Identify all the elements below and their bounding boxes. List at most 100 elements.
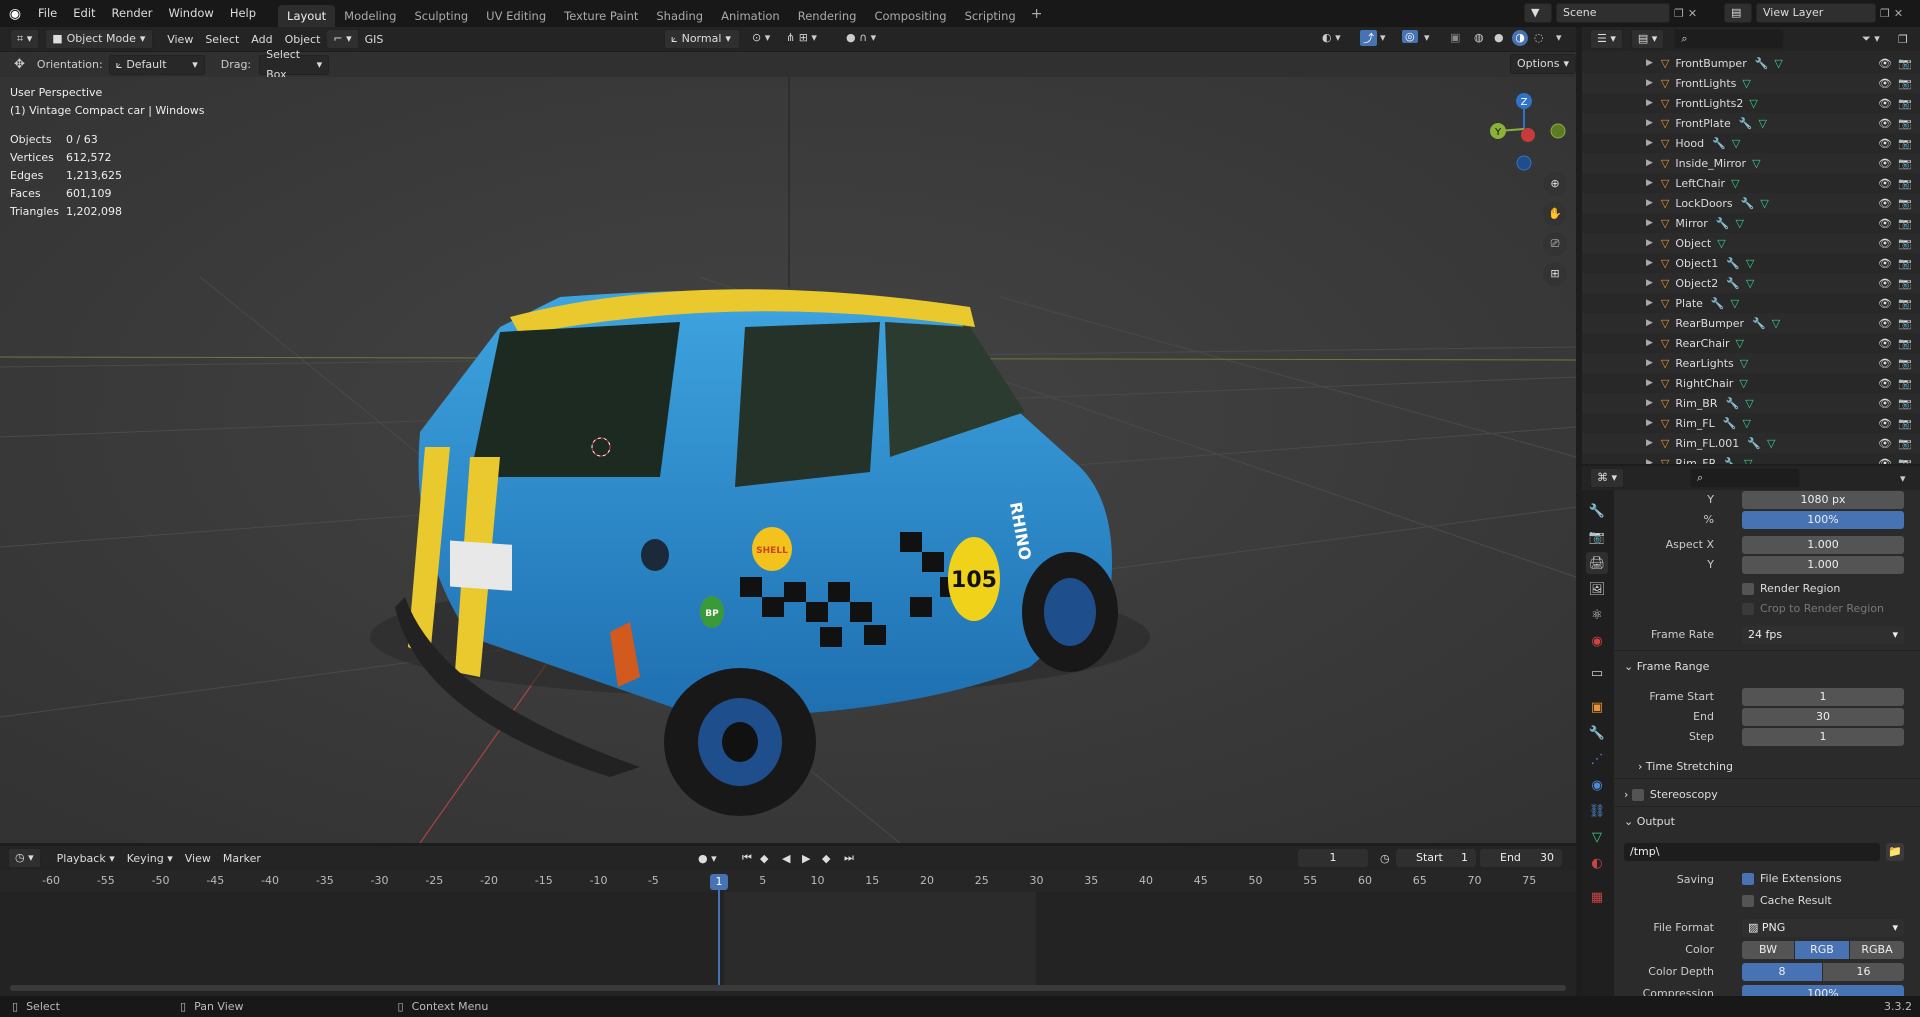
properties-options-icon[interactable]: ▾ <box>1900 472 1906 485</box>
stereoscopy-panel-header[interactable]: › Stereoscopy <box>1624 788 1718 801</box>
visibility-eye-icon[interactable]: 👁 <box>1878 137 1892 150</box>
menu-render[interactable]: Render <box>104 0 161 27</box>
camera-view-icon[interactable]: ⎚ <box>1543 232 1567 256</box>
render-camera-icon[interactable]: 📷 <box>1898 77 1912 90</box>
expand-arrow-icon[interactable]: ▶ <box>1646 218 1653 228</box>
delete-scene-icon[interactable]: ✕ <box>1688 7 1697 20</box>
frame-start-field[interactable]: 1 <box>1742 688 1904 706</box>
crop-region-checkbox[interactable]: Crop to Render Region <box>1742 602 1884 615</box>
jump-start-icon[interactable]: ⏮ <box>742 851 752 865</box>
visibility-eye-icon[interactable]: 👁 <box>1878 117 1892 130</box>
render-camera-icon[interactable]: 📷 <box>1898 377 1912 390</box>
blender-logo-icon[interactable]: ◉ <box>0 0 30 27</box>
workspace-tab-modeling[interactable]: Modeling <box>335 5 405 27</box>
outliner-item[interactable]: ▶ ▽ Inside_Mirror ▽ 👁 📷 <box>1582 153 1920 173</box>
shading-dropdown-icon[interactable]: ▾ <box>1556 31 1562 44</box>
render-camera-icon[interactable]: 📷 <box>1898 277 1912 290</box>
editor-type-button[interactable]: ⌗ ▾ <box>10 29 40 49</box>
modifier-icon[interactable]: 🔧 <box>1726 257 1740 270</box>
outliner-item[interactable]: ▶ ▽ LockDoors 🔧 ▽ 👁 📷 <box>1582 193 1920 213</box>
material-shading-icon[interactable]: ◑ <box>1512 30 1528 46</box>
view-layer-field[interactable]: View Layer <box>1756 3 1876 23</box>
visibility-eye-icon[interactable]: 👁 <box>1878 157 1892 170</box>
expand-arrow-icon[interactable]: ▶ <box>1646 198 1653 208</box>
visibility-eye-icon[interactable]: 👁 <box>1878 197 1892 210</box>
aspect-x-field[interactable]: 1.000 <box>1742 536 1904 554</box>
solid-shading-icon[interactable]: ● <box>1494 31 1504 44</box>
mesh-data-icon[interactable]: ▽ <box>1746 277 1754 290</box>
physics-tab-icon[interactable]: ◉ <box>1586 774 1608 796</box>
visibility-eye-icon[interactable]: 👁 <box>1878 237 1892 250</box>
visibility-eye-icon[interactable]: 👁 <box>1878 417 1892 430</box>
modifier-icon[interactable]: 🔧 <box>1726 277 1740 290</box>
color-rgba-button[interactable]: RGBA <box>1850 941 1904 959</box>
modifier-icon[interactable]: 🔧 <box>1747 437 1761 450</box>
render-camera-icon[interactable]: 📷 <box>1898 197 1912 210</box>
expand-arrow-icon[interactable]: ▶ <box>1646 378 1653 388</box>
outliner-item[interactable]: ▶ ▽ Mirror 🔧 ▽ 👁 📷 <box>1582 213 1920 233</box>
expand-arrow-icon[interactable]: ▶ <box>1646 278 1653 288</box>
output-panel-header[interactable]: ⌄ Output <box>1624 815 1675 828</box>
playhead-frame-badge[interactable]: 1 <box>710 874 728 890</box>
mesh-data-icon[interactable]: ▽ <box>1772 317 1780 330</box>
depth-8-button[interactable]: 8 <box>1742 963 1822 981</box>
texture-tab-icon[interactable]: ▦ <box>1586 886 1608 908</box>
outliner-item[interactable]: ▶ ▽ Rim_FR 🔧 ▽ 👁 📷 <box>1582 453 1920 465</box>
view-menu[interactable]: View <box>161 33 199 46</box>
modifier-icon[interactable]: 🔧 <box>1739 117 1753 130</box>
menu-help[interactable]: Help <box>222 0 264 27</box>
view-layer-icon[interactable]: ▤ <box>1724 3 1752 23</box>
menu-file[interactable]: File <box>30 0 65 27</box>
color-bw-button[interactable]: BW <box>1742 941 1794 959</box>
render-camera-icon[interactable]: 📷 <box>1898 437 1912 450</box>
mesh-data-icon[interactable]: ▽ <box>1736 217 1744 230</box>
menu-edit[interactable]: Edit <box>65 0 103 27</box>
modifier-icon[interactable]: 🔧 <box>1726 397 1740 410</box>
file-format-dropdown[interactable]: ▨ PNG ▾ <box>1742 919 1904 937</box>
frame-range-panel-header[interactable]: ⌄ Frame Range <box>1624 660 1709 673</box>
output-path-field[interactable]: /tmp\ <box>1624 843 1880 861</box>
next-keyframe-icon[interactable]: ◆ <box>822 852 830 865</box>
3d-viewport[interactable]: 105 RHINO SHELL BP User Perspective (1) … <box>0 77 1576 843</box>
color-rgb-button[interactable]: RGB <box>1795 941 1849 959</box>
stereoscopy-check-icon[interactable] <box>1631 789 1644 801</box>
visibility-eye-icon[interactable]: 👁 <box>1878 377 1892 390</box>
expand-arrow-icon[interactable]: ▶ <box>1646 58 1653 68</box>
render-camera-icon[interactable]: 📷 <box>1898 177 1912 190</box>
visibility-icon[interactable]: ◐ ▾ <box>1322 31 1341 44</box>
visibility-eye-icon[interactable]: 👁 <box>1878 317 1892 330</box>
collection-tab-icon[interactable]: ▭ <box>1586 662 1608 684</box>
outliner-item[interactable]: ▶ ▽ RightChair ▽ 👁 📷 <box>1582 373 1920 393</box>
expand-arrow-icon[interactable]: ▶ <box>1646 178 1653 188</box>
aspect-y-field[interactable]: 1.000 <box>1742 556 1904 574</box>
outliner-item[interactable]: ▶ ▽ FrontLights ▽ 👁 📷 <box>1582 73 1920 93</box>
outliner-item[interactable]: ▶ ▽ Object2 🔧 ▽ 👁 📷 <box>1582 273 1920 293</box>
outliner-item[interactable]: ▶ ▽ Rim_FL.001 🔧 ▽ 👁 📷 <box>1582 433 1920 453</box>
mesh-data-icon[interactable]: ▽ <box>1732 137 1740 150</box>
display-mode-button[interactable]: ▤ ▾ <box>1630 29 1665 49</box>
visibility-eye-icon[interactable]: 👁 <box>1878 257 1892 270</box>
render-camera-icon[interactable]: 📷 <box>1898 257 1912 270</box>
navigation-gizmo[interactable]: Z Y <box>1478 81 1568 171</box>
expand-arrow-icon[interactable]: ▶ <box>1646 438 1653 448</box>
expand-arrow-icon[interactable]: ▶ <box>1646 78 1653 88</box>
move-tool-icon[interactable]: ✥ <box>14 57 25 72</box>
timeline-area[interactable]: -60-55-50-45-40-35-30-25-20-15-10-515101… <box>0 870 1576 996</box>
mesh-data-icon[interactable]: ▽ <box>1767 437 1775 450</box>
outliner-item[interactable]: ▶ ▽ Object1 🔧 ▽ 👁 📷 <box>1582 253 1920 273</box>
visibility-eye-icon[interactable]: 👁 <box>1878 297 1892 310</box>
modifier-icon[interactable]: 🔧 <box>1723 417 1737 430</box>
keying-menu[interactable]: Keying ▾ <box>121 852 179 865</box>
render-camera-icon[interactable]: 📷 <box>1898 297 1912 310</box>
visibility-eye-icon[interactable]: 👁 <box>1878 457 1892 465</box>
select-menu[interactable]: Select <box>199 33 245 46</box>
mesh-data-icon[interactable]: ▽ <box>1749 97 1757 110</box>
mesh-data-icon[interactable]: ▽ <box>1731 297 1739 310</box>
render-camera-icon[interactable]: 📷 <box>1898 357 1912 370</box>
modifier-icon[interactable]: 🔧 <box>1724 457 1738 465</box>
visibility-eye-icon[interactable]: 👁 <box>1878 437 1892 450</box>
expand-arrow-icon[interactable]: ▶ <box>1646 98 1653 108</box>
workspace-tab-compositing[interactable]: Compositing <box>865 5 955 27</box>
new-scene-icon[interactable]: ❐ <box>1674 7 1684 20</box>
visibility-eye-icon[interactable]: 👁 <box>1878 177 1892 190</box>
